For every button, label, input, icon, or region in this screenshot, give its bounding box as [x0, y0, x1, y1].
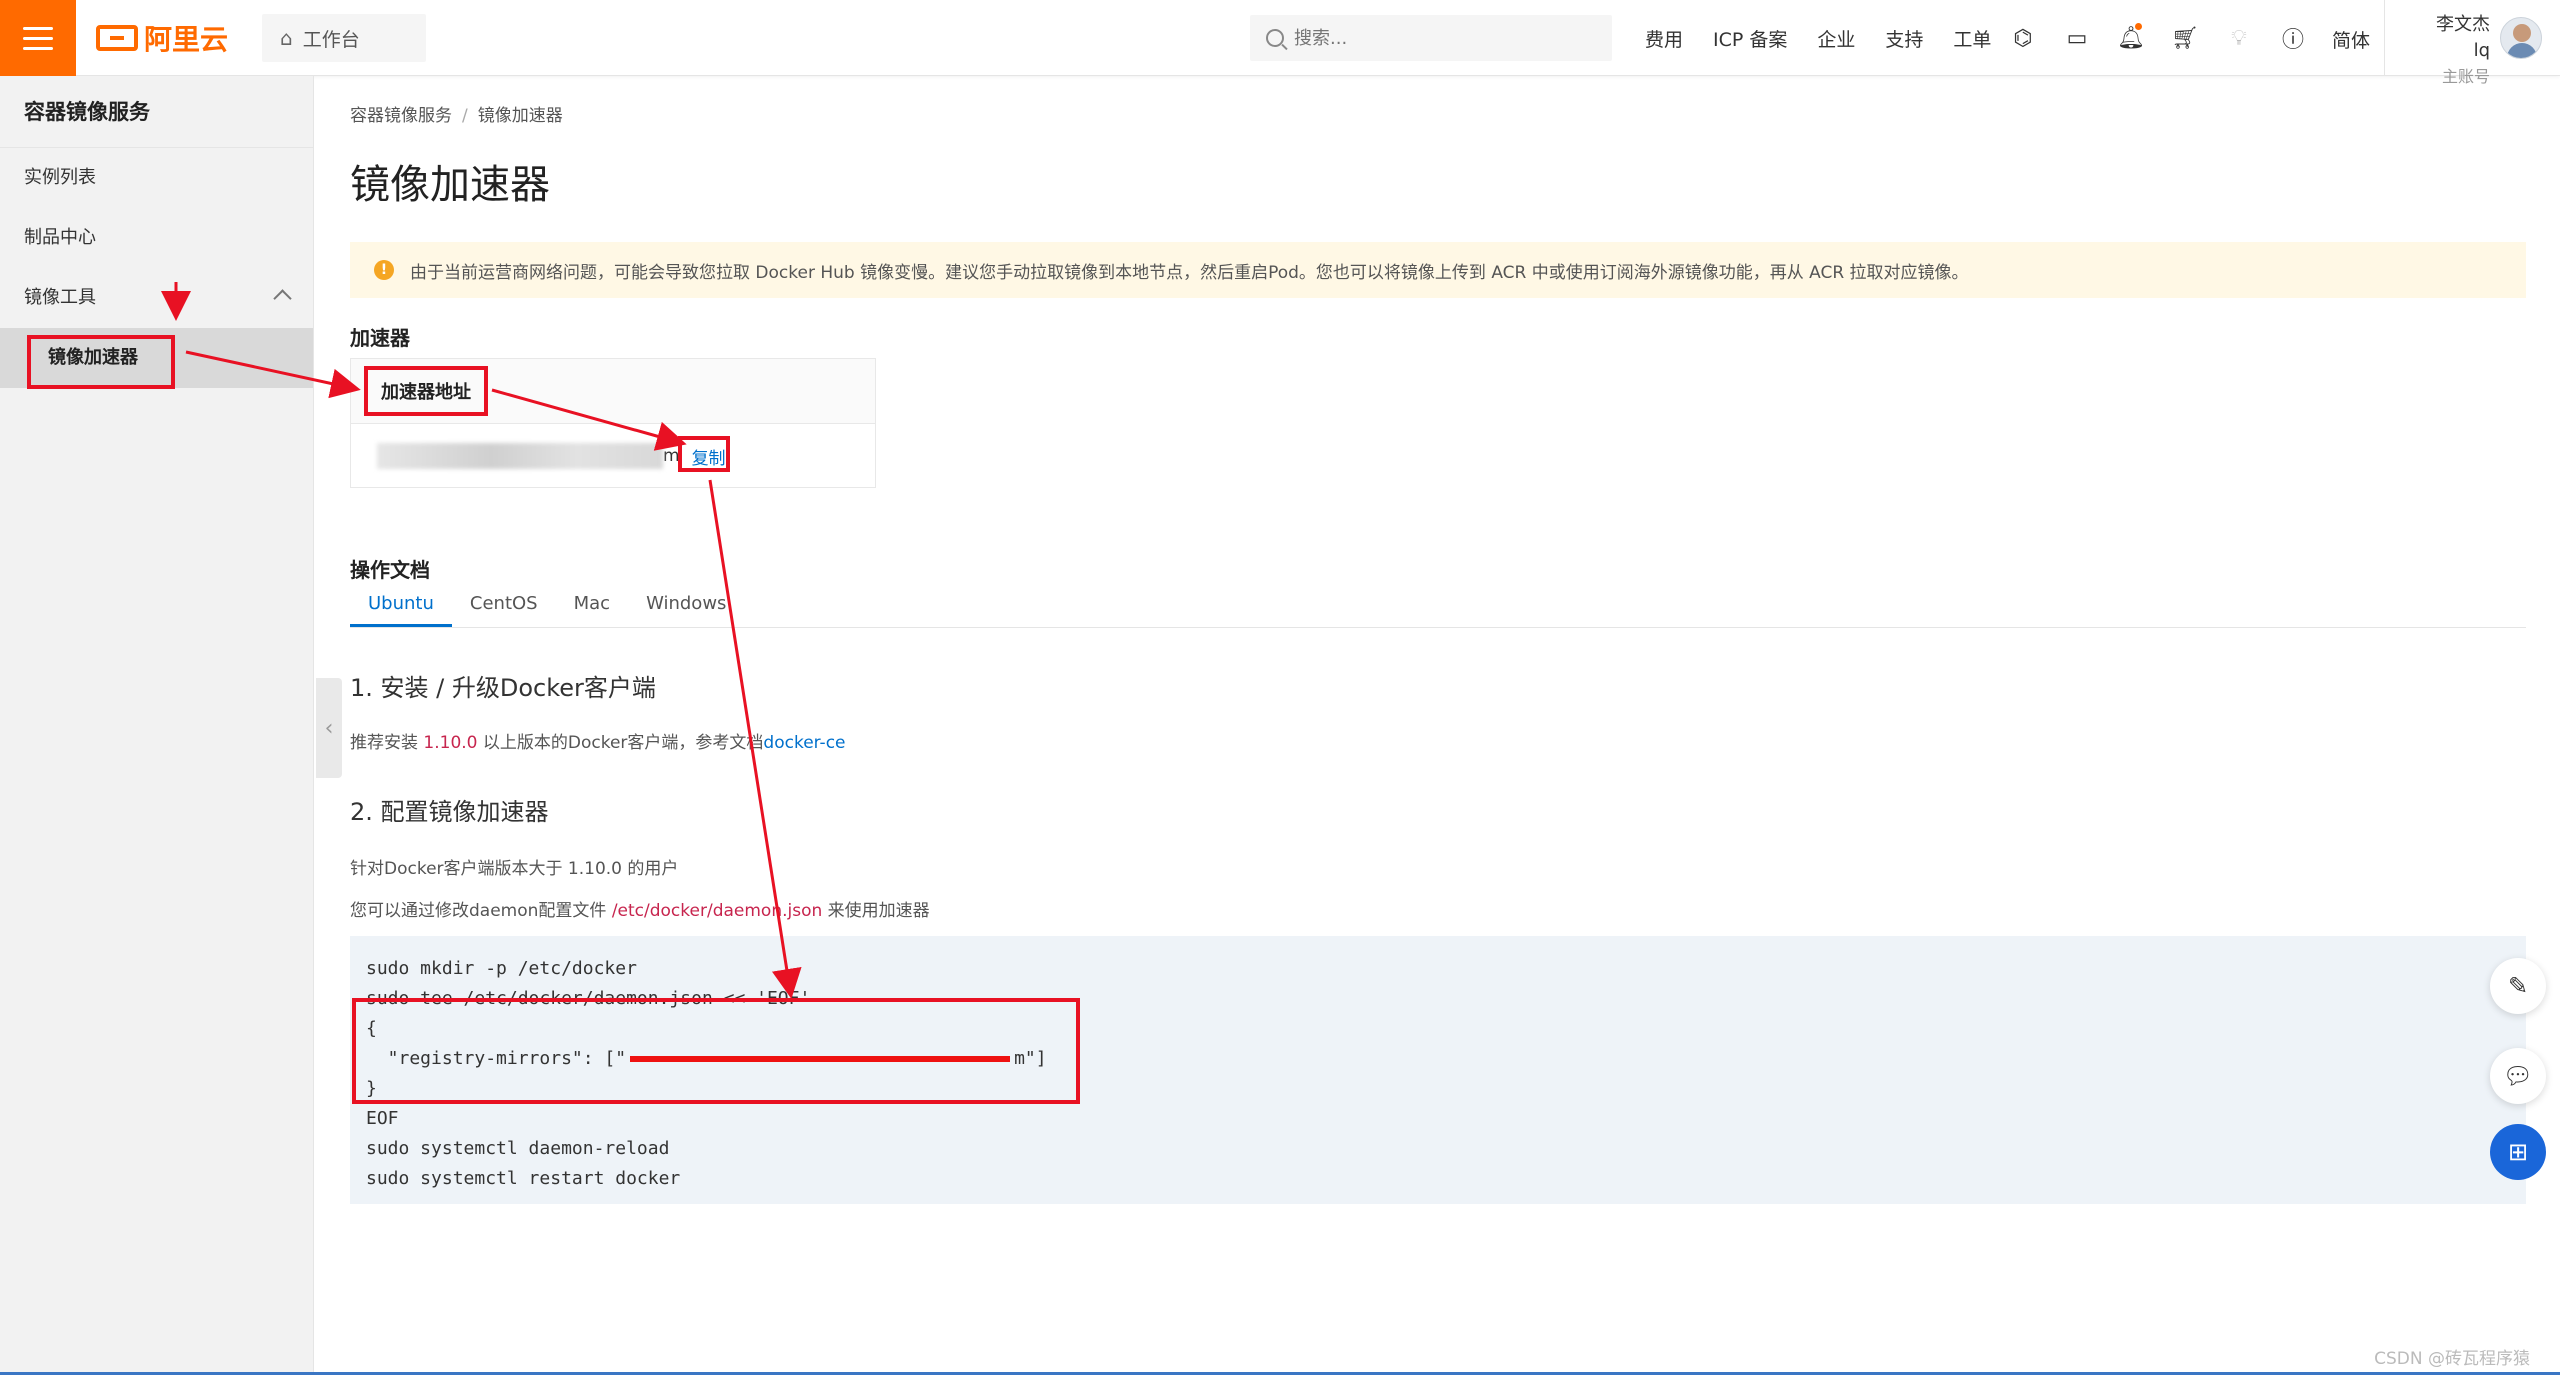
step2-line2-pre: 您可以通过修改daemon配置文件	[350, 901, 612, 921]
step2-line1: 针对Docker客户端版本大于 1.10.0 的用户	[350, 859, 679, 879]
divider	[2384, 0, 2385, 76]
user-name: 李文杰lq	[2436, 14, 2490, 61]
search-box[interactable]	[1250, 15, 1612, 61]
lightbulb-icon[interactable]: 💡︎	[2212, 26, 2266, 51]
cart-icon[interactable]: 🛒︎	[2158, 26, 2212, 51]
top-nav-icons: ⌬ ▭ 🔔︎ 🛒︎ 💡︎ ⓘ	[1996, 0, 2320, 76]
code-icon[interactable]: ⌬	[1996, 26, 2050, 51]
annotation-box-code	[352, 998, 1080, 1104]
language-switch[interactable]: 简体	[2332, 26, 2370, 53]
chevron-up-icon	[273, 289, 292, 308]
step2-line2-post: 来使用加速器	[822, 901, 930, 921]
step1-title: 1. 安装 / 升级Docker客户端	[350, 674, 656, 702]
user-info[interactable]: 李文杰lq 主账号	[2420, 12, 2490, 90]
tab-ubuntu[interactable]: Ubuntu	[350, 584, 452, 627]
chat-icon: 💬︎	[2502, 1062, 2534, 1090]
watermark: CSDN @砖瓦程序猿	[2374, 1349, 2530, 1369]
avatar[interactable]	[2500, 17, 2542, 59]
os-tabs: Ubuntu CentOS Mac Windows	[350, 584, 2526, 628]
sidebar-title: 容器镜像服务	[0, 76, 313, 148]
sidebar-collapse-handle[interactable]: ‹	[316, 678, 342, 778]
aliyun-logo[interactable]: 阿里云	[96, 20, 228, 56]
code-line: sudo systemctl daemon-reload	[366, 1138, 670, 1159]
edit-feedback-button[interactable]: ✎	[2490, 958, 2546, 1014]
sidebar-group-image-tools[interactable]: 镜像工具	[0, 268, 313, 328]
hamburger-menu-button[interactable]	[0, 0, 76, 76]
annotation-box-header	[364, 366, 488, 416]
terminal-icon[interactable]: ▭	[2050, 26, 2104, 51]
warning-icon: !	[374, 260, 394, 280]
step2-line2: 您可以通过修改daemon配置文件 /etc/docker/daemon.jso…	[350, 896, 930, 921]
breadcrumb: 容器镜像服务 / 镜像加速器	[350, 101, 563, 126]
breadcrumb-item-current: 镜像加速器	[477, 106, 563, 126]
step1-text: 推荐安装 1.10.0 以上版本的Docker客户端，参考文档docker-ce	[350, 728, 846, 753]
bell-icon[interactable]: 🔔︎	[2104, 22, 2158, 51]
tab-windows[interactable]: Windows	[628, 584, 744, 627]
code-line: EOF	[366, 1108, 399, 1129]
sidebar-item-artifact-center[interactable]: 制品中心	[0, 208, 313, 268]
pencil-icon: ✎	[2507, 972, 2529, 1000]
accelerator-heading: 加速器	[350, 326, 410, 350]
logo-mark-icon	[96, 25, 138, 51]
chat-button[interactable]: 💬︎	[2490, 1048, 2546, 1104]
nav-link-icp[interactable]: ICP 备案	[1698, 25, 1802, 52]
docker-ce-link[interactable]: docker-ce	[763, 733, 845, 753]
table-row: m 复制	[351, 424, 875, 488]
logo-text: 阿里云	[144, 23, 229, 56]
step1-text-mid: 以上版本的Docker客户端，参考文档	[477, 733, 764, 753]
workbench-label: 工作台	[302, 28, 360, 51]
search-icon	[1266, 29, 1284, 47]
page-title: 镜像加速器	[350, 162, 550, 208]
nav-link-enterprise[interactable]: 企业	[1802, 25, 1870, 52]
tab-centos[interactable]: CentOS	[452, 584, 556, 627]
code-line: sudo systemctl restart docker	[366, 1168, 681, 1189]
sidebar-item-instances[interactable]: 实例列表	[0, 148, 313, 208]
workbench-button[interactable]: ⌂ 工作台	[262, 14, 426, 62]
docs-heading: 操作文档	[350, 558, 430, 582]
help-icon[interactable]: ⓘ	[2266, 22, 2320, 54]
step2-title: 2. 配置镜像加速器	[350, 798, 549, 826]
notice-text: 由于当前运营商网络问题，可能会导致您拉取 Docker Hub 镜像变慢。建议您…	[410, 262, 1969, 283]
top-navbar: 阿里云 ⌂ 工作台 费用 ICP 备案 企业 支持 工单 ⌬ ▭ 🔔︎ 🛒︎ 💡…	[0, 0, 2560, 86]
step1-text-pre: 推荐安装	[350, 733, 424, 753]
sidebar-group-label: 镜像工具	[24, 287, 96, 308]
apps-button[interactable]: ⊞	[2490, 1124, 2546, 1180]
daemon-json-path: /etc/docker/daemon.json	[611, 901, 823, 921]
nav-link-support[interactable]: 支持	[1870, 25, 1938, 52]
home-icon: ⌂	[280, 26, 293, 50]
tab-mac[interactable]: Mac	[556, 584, 628, 627]
search-input[interactable]	[1294, 27, 1594, 49]
accelerator-address-redacted	[377, 443, 663, 469]
notification-dot	[2135, 22, 2142, 30]
code-line: sudo mkdir -p /etc/docker	[366, 958, 637, 979]
chevron-left-icon: ‹	[324, 715, 334, 741]
breadcrumb-item-service[interactable]: 容器镜像服务	[350, 106, 452, 126]
annotation-box-sidebar	[27, 335, 175, 389]
annotation-box-copy	[678, 436, 730, 472]
sidebar: 容器镜像服务 实例列表 制品中心 镜像工具 镜像加速器	[0, 76, 314, 1375]
nav-link-fee[interactable]: 费用	[1630, 25, 1698, 52]
warning-notice: ! 由于当前运营商网络问题，可能会导致您拉取 Docker Hub 镜像变慢。建…	[350, 242, 2526, 298]
top-nav-links: 费用 ICP 备案 企业 支持 工单	[1630, 0, 2006, 76]
apps-grid-icon: ⊞	[2507, 1138, 2529, 1166]
breadcrumb-separator: /	[462, 106, 468, 126]
user-role: 主账号	[2441, 67, 2490, 86]
step1-version: 1.10.0	[423, 733, 478, 753]
